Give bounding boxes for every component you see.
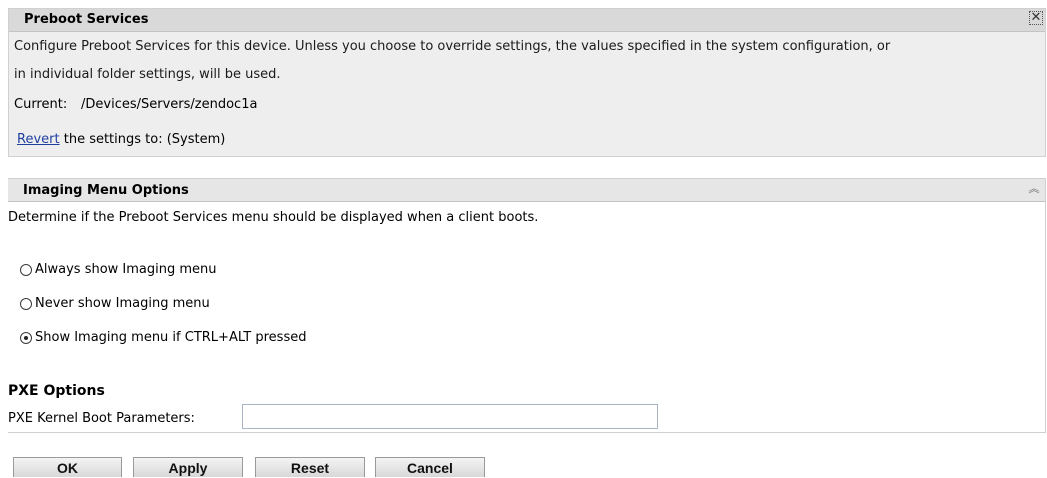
apply-button[interactable]: Apply [133, 457, 243, 477]
preboot-services-panel: Preboot Services ✕ Configure Preboot Ser… [8, 8, 1046, 157]
revert-text: the settings to: (System) [59, 132, 226, 147]
imaging-menu-panel: Imaging Menu Options ︽ Determine if the … [8, 178, 1046, 433]
pxe-kernel-label: PXE Kernel Boot Parameters: [8, 411, 195, 426]
radio-label: Show Imaging menu if CTRL+ALT pressed [35, 330, 307, 345]
description-line-1: Configure Preboot Services for this devi… [14, 39, 891, 54]
radio-button-icon[interactable] [20, 263, 32, 276]
current-label: Current: [14, 97, 68, 112]
ok-button[interactable]: OK [13, 457, 122, 477]
radio-never-show[interactable]: Never show Imaging menu [20, 296, 210, 311]
close-icon[interactable]: ✕ [1029, 11, 1043, 25]
imaging-description: Determine if the Preboot Services menu s… [8, 210, 539, 225]
reset-button[interactable]: Reset [255, 457, 365, 477]
current-path: /Devices/Servers/zendoc1a [81, 97, 258, 112]
radio-button-icon[interactable] [20, 297, 32, 310]
radio-label: Always show Imaging menu [35, 262, 217, 277]
radio-label: Never show Imaging menu [35, 296, 210, 311]
imaging-title: Imaging Menu Options [23, 183, 189, 198]
radio-button-checked-icon[interactable] [20, 331, 32, 344]
cancel-button[interactable]: Cancel [375, 457, 485, 477]
panel-title: Preboot Services [24, 12, 149, 27]
collapse-icon[interactable]: ︽ [1027, 182, 1041, 196]
description-line-2: in individual folder settings, will be u… [14, 67, 281, 82]
imaging-header: Imaging Menu Options ︽ [8, 178, 1045, 202]
revert-line: Revert the settings to: (System) [17, 132, 225, 147]
pxe-options-title: PXE Options [8, 383, 105, 399]
radio-always-show[interactable]: Always show Imaging menu [20, 262, 217, 277]
panel-header: Preboot Services ✕ [9, 9, 1045, 32]
revert-link[interactable]: Revert [17, 132, 60, 147]
pxe-kernel-params-input[interactable] [242, 404, 658, 429]
radio-show-if-ctrl-alt[interactable]: Show Imaging menu if CTRL+ALT pressed [20, 330, 306, 345]
